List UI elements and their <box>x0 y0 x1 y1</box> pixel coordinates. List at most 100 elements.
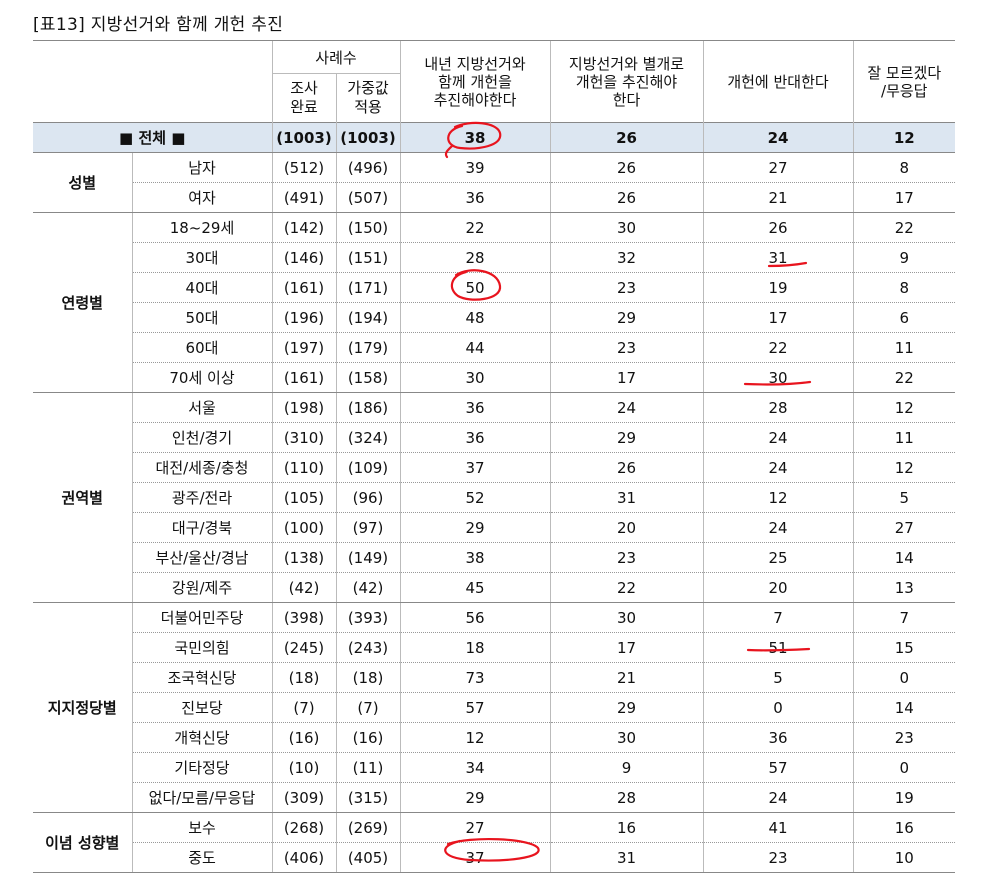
surveyed-count: (512) <box>271 152 336 183</box>
row-label: 서울 <box>132 392 272 423</box>
value-col3: 0 <box>702 692 853 723</box>
value-col1: 34 <box>399 752 550 783</box>
value-col4: 22 <box>852 212 955 243</box>
header-blank <box>33 40 272 123</box>
value-col4: 16 <box>852 812 955 843</box>
surveyed-count: (268) <box>271 812 336 843</box>
value-col3: 28 <box>702 392 853 423</box>
value-col4: 23 <box>852 722 955 753</box>
table-row: 지지정당별 더불어민주당 (398) (393) 56 30 7 7 <box>33 602 955 813</box>
surveyed-count: (161) <box>271 272 336 303</box>
table-row: 국민의힘 (245) (243) 18 17 51 15 <box>33 632 955 663</box>
table-row: 50대 (196) (194) 48 29 17 6 <box>33 302 955 333</box>
weighted-count: (405) <box>335 842 400 873</box>
value-col3: 23 <box>702 842 853 873</box>
surveyed-count: (100) <box>271 512 336 543</box>
value-col4: 22 <box>852 362 955 393</box>
weighted-count: (16) <box>335 722 400 753</box>
table-row: 중도 (406) (405) 37 31 23 10 <box>33 842 955 873</box>
row-label: 조국혁신당 <box>132 662 272 693</box>
row-label: 개혁신당 <box>132 722 272 753</box>
table-row: 권역별 서울 (198) (186) 36 24 28 12 <box>33 392 955 603</box>
surveyed-count: (198) <box>271 392 336 423</box>
value-col1: 37 <box>399 842 550 873</box>
value-col1: 36 <box>399 422 550 453</box>
row-label: 30대 <box>132 242 272 273</box>
value-col3: 24 <box>702 422 853 453</box>
table-row: 70세 이상 (161) (158) 30 17 30 22 <box>33 362 955 393</box>
value-col2: 29 <box>549 302 703 333</box>
table-row: 개혁신당 (16) (16) 12 30 36 23 <box>33 722 955 753</box>
value-col3: 17 <box>702 302 853 333</box>
weighted-count: (243) <box>335 632 400 663</box>
table-row: 대전/세종/충청 (110) (109) 37 26 24 12 <box>33 452 955 483</box>
value-col1: 29 <box>399 782 550 813</box>
total-v3: 24 <box>702 122 853 153</box>
value-col2: 17 <box>549 362 703 393</box>
row-label: 국민의힘 <box>132 632 272 663</box>
weighted-count: (496) <box>335 152 400 183</box>
value-col1: 38 <box>399 542 550 573</box>
surveyed-count: (18) <box>271 662 336 693</box>
value-col4: 0 <box>852 662 955 693</box>
table-row: 30대 (146) (151) 28 32 31 9 <box>33 242 955 273</box>
value-col4: 17 <box>852 182 955 213</box>
row-label: 중도 <box>132 842 272 873</box>
value-col4: 6 <box>852 302 955 333</box>
table-row: 이념 성향별 보수 (268) (269) 27 16 41 16 <box>33 812 955 873</box>
surveyed-count: (310) <box>271 422 336 453</box>
value-col1: 48 <box>399 302 550 333</box>
table-row: 없다/모름/무응답 (309) (315) 29 28 24 19 <box>33 782 955 813</box>
value-col1: 44 <box>399 332 550 363</box>
value-col3: 51 <box>702 632 853 663</box>
value-col3: 21 <box>702 182 853 213</box>
value-col1: 57 <box>399 692 550 723</box>
table-title: [표13] 지방선거와 함께 개헌 추진 <box>33 15 284 35</box>
weighted-count: (11) <box>335 752 400 783</box>
weighted-count: (507) <box>335 182 400 213</box>
header-col4: 잘 모르겠다/무응답 <box>852 40 955 123</box>
weighted-count: (194) <box>335 302 400 333</box>
row-label: 광주/전라 <box>132 482 272 513</box>
group-label: 이념 성향별 <box>33 812 133 873</box>
value-col2: 24 <box>549 392 703 423</box>
row-label: 70세 이상 <box>132 362 272 393</box>
header-col2: 지방선거와 별개로 개헌을 추진해야 한다 <box>549 40 703 123</box>
value-col4: 12 <box>852 392 955 423</box>
weighted-count: (186) <box>335 392 400 423</box>
table-row: 조국혁신당 (18) (18) 73 21 5 0 <box>33 662 955 693</box>
weighted-count: (158) <box>335 362 400 393</box>
row-label: 대전/세종/충청 <box>132 452 272 483</box>
value-col2: 16 <box>549 812 703 843</box>
value-col3: 5 <box>702 662 853 693</box>
value-col4: 5 <box>852 482 955 513</box>
surveyed-count: (7) <box>271 692 336 723</box>
value-col3: 27 <box>702 152 853 183</box>
value-col3: 20 <box>702 572 853 603</box>
group-label: 성별 <box>33 152 133 213</box>
value-col4: 14 <box>852 542 955 573</box>
value-col2: 31 <box>549 842 703 873</box>
weighted-count: (315) <box>335 782 400 813</box>
weighted-count: (151) <box>335 242 400 273</box>
table-row: 인천/경기 (310) (324) 36 29 24 11 <box>33 422 955 453</box>
value-col2: 26 <box>549 182 703 213</box>
surveyed-count: (398) <box>271 602 336 633</box>
surveyed-count: (196) <box>271 302 336 333</box>
row-label: 기타정당 <box>132 752 272 783</box>
total-v1: 38 <box>399 122 550 153</box>
surveyed-count: (138) <box>271 542 336 573</box>
weighted-count: (42) <box>335 572 400 603</box>
total-v4: 12 <box>852 122 955 153</box>
row-label: 보수 <box>132 812 272 843</box>
total-label: ■ 전체 ■ <box>33 122 272 153</box>
header-col3: 개헌에 반대한다 <box>702 40 853 123</box>
row-label: 강원/제주 <box>132 572 272 603</box>
value-col2: 29 <box>549 422 703 453</box>
value-col1: 27 <box>399 812 550 843</box>
value-col1: 12 <box>399 722 550 753</box>
weighted-count: (109) <box>335 452 400 483</box>
weighted-count: (269) <box>335 812 400 843</box>
table-row: 40대 (161) (171) 50 23 19 8 <box>33 272 955 303</box>
table-row: 대구/경북 (100) (97) 29 20 24 27 <box>33 512 955 543</box>
